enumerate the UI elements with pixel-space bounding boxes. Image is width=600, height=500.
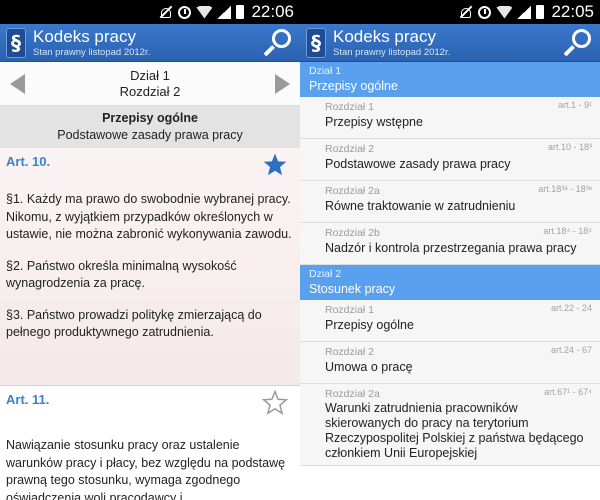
chapter-article-range: art.18³ᵃ - 18³ᵉ bbox=[538, 184, 592, 194]
app-logo-icon[interactable]: § bbox=[306, 27, 326, 58]
mute-icon bbox=[159, 5, 173, 19]
app-title: Kodeks pracy bbox=[33, 26, 136, 46]
chapter-item[interactable]: Rozdział 2a art.67¹ - 67⁴ Warunki zatrud… bbox=[300, 384, 600, 466]
article-paragraph: §1. Każdy ma prawo do swobodnie wybranej… bbox=[6, 192, 292, 241]
chapter-name: Podstawowe zasady prawa pracy bbox=[325, 157, 511, 171]
chapter-article-range: art.10 - 18³ bbox=[547, 142, 592, 152]
chapter-item[interactable]: Rozdział 2a art.18³ᵃ - 18³ᵉ Równe trakto… bbox=[300, 181, 600, 223]
status-time: 22:05 bbox=[551, 2, 594, 21]
battery-icon bbox=[236, 5, 245, 19]
article-paragraph: §3. Państwo prowadzi politykę zmierzając… bbox=[6, 307, 262, 340]
alarm-icon bbox=[478, 5, 492, 19]
division-name: Przepisy ogólne bbox=[309, 79, 398, 93]
article-item[interactable]: Art. 10. §1. Każdy ma prawo do swobodnie… bbox=[0, 148, 300, 386]
signal-icon bbox=[217, 5, 232, 19]
app-subtitle: Stan prawny listopad 2012r. bbox=[33, 46, 151, 58]
article-screen: 22:06 § Kodeks pracy Stan prawny listopa… bbox=[0, 0, 300, 500]
article-item[interactable]: Art. 11. Nawiązanie stosunku pracy oraz … bbox=[0, 386, 300, 500]
section-header: Przepisy ogólne Podstawowe zasady prawa … bbox=[0, 106, 300, 148]
mute-icon bbox=[459, 5, 473, 19]
chapter-item[interactable]: Rozdział 2 art.24 - 67 Umowa o pracę bbox=[300, 342, 600, 384]
current-chapter: Rozdział 2 bbox=[119, 83, 181, 99]
article-number: Art. 10. bbox=[6, 154, 51, 169]
chapter-item[interactable]: Rozdział 1 art.1 - 9¹ Przepisy wstępne bbox=[300, 97, 600, 139]
chapter-label: Rozdział 1 bbox=[325, 101, 375, 113]
contents-screen: 22:05 § Kodeks pracy Stan prawny listopa… bbox=[300, 0, 600, 500]
division-header[interactable]: Dział 1 Przepisy ogólne bbox=[300, 62, 600, 97]
wifi-icon bbox=[196, 5, 213, 19]
chapter-name: Nadzór i kontrola przestrzegania prawa p… bbox=[325, 241, 577, 255]
chapter-article-range: art.18⁴ - 18⁵ bbox=[543, 226, 592, 236]
chapter-name: Warunki zatrudnienia pracowników skierow… bbox=[325, 401, 584, 460]
article-paragraph: Nawiązanie stosunku pracy oraz ustalenie… bbox=[6, 438, 286, 500]
status-time: 22:06 bbox=[251, 2, 294, 21]
section-title: Przepisy ogólne bbox=[102, 111, 198, 125]
status-bar: 22:06 bbox=[0, 0, 300, 24]
app-logo-icon[interactable]: § bbox=[6, 27, 26, 58]
wifi-icon bbox=[496, 5, 513, 19]
division-label: Dział 1 bbox=[309, 65, 342, 77]
favorite-star-filled-icon[interactable] bbox=[262, 152, 288, 178]
search-button[interactable] bbox=[562, 28, 592, 58]
division-label: Dział 2 bbox=[309, 268, 342, 280]
chapter-name: Umowa o pracę bbox=[325, 360, 413, 374]
division-name: Stosunek pracy bbox=[309, 282, 396, 296]
battery-icon bbox=[536, 5, 545, 19]
article-paragraph: §2. Państwo określa minimalną wysokość w… bbox=[6, 258, 237, 291]
chapter-article-range: art.1 - 9¹ bbox=[557, 100, 592, 110]
signal-icon bbox=[517, 5, 532, 19]
previous-chapter-arrow-icon[interactable] bbox=[0, 62, 34, 106]
search-button[interactable] bbox=[262, 28, 292, 58]
alarm-icon bbox=[178, 5, 192, 19]
section-description: Podstawowe zasady prawa pracy bbox=[57, 128, 243, 142]
article-number: Art. 11. bbox=[6, 392, 50, 407]
contents-list[interactable]: Dział 1 Przepisy ogólne Rozdział 1 art.1… bbox=[300, 62, 600, 500]
chapter-item[interactable]: Rozdział 2b art.18⁴ - 18⁵ Nadzór i kontr… bbox=[300, 223, 600, 265]
division-navigator: Dział 1 Rozdział 2 bbox=[0, 62, 300, 106]
division-header[interactable]: Dział 2 Stosunek pracy bbox=[300, 265, 600, 300]
app-bar: § Kodeks pracy Stan prawny listopad 2012… bbox=[0, 24, 300, 62]
chapter-name: Równe traktowanie w zatrudnieniu bbox=[325, 199, 516, 213]
current-division: Dział 1 bbox=[130, 67, 170, 83]
chapter-name: Przepisy ogólne bbox=[325, 318, 414, 332]
app-bar: § Kodeks pracy Stan prawny listopad 2012… bbox=[300, 24, 600, 62]
chapter-name: Przepisy wstępne bbox=[325, 115, 423, 129]
chapter-item[interactable]: Rozdział 2 art.10 - 18³ Podstawowe zasad… bbox=[300, 139, 600, 181]
chapter-article-range: art.67¹ - 67⁴ bbox=[544, 387, 592, 397]
chapter-item[interactable]: Rozdział 1 art.22 - 24 Przepisy ogólne bbox=[300, 300, 600, 342]
app-subtitle: Stan prawny listopad 2012r. bbox=[333, 46, 451, 58]
app-title: Kodeks pracy bbox=[333, 26, 436, 46]
chapter-article-range: art.22 - 24 bbox=[550, 303, 592, 313]
chapter-article-range: art.24 - 67 bbox=[550, 345, 592, 355]
favorite-star-outline-icon[interactable] bbox=[261, 389, 289, 416]
status-bar: 22:05 bbox=[300, 0, 600, 24]
next-chapter-arrow-icon[interactable] bbox=[266, 62, 300, 106]
